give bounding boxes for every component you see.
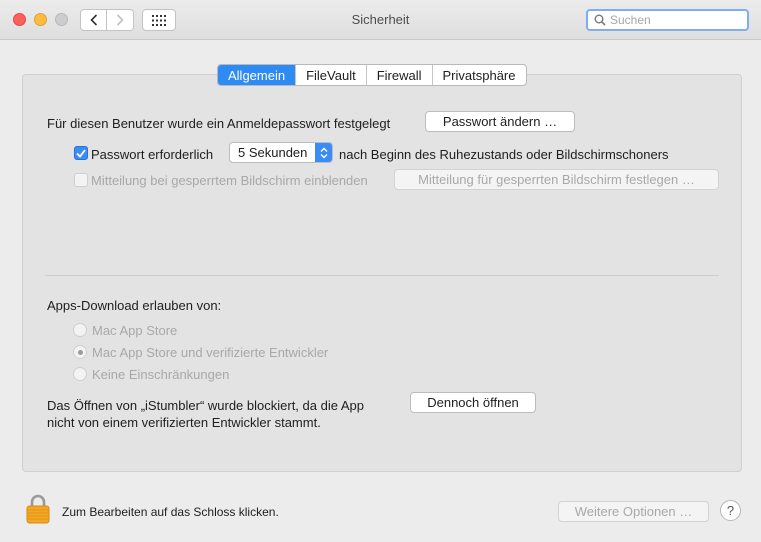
title-bar: Sicherheit — [0, 0, 761, 40]
tab-bar: Allgemein FileVault Firewall Privatsphär… — [217, 64, 527, 86]
lock-message-checkbox[interactable] — [74, 173, 88, 187]
search-input[interactable] — [610, 13, 740, 27]
require-password-checkbox[interactable] — [74, 146, 88, 160]
tab-firewall[interactable]: Firewall — [365, 65, 432, 85]
radio-mac-app-store-label: Mac App Store — [92, 323, 178, 338]
search-icon — [594, 14, 606, 26]
apps-download-heading: Apps-Download erlauben von: — [47, 298, 222, 313]
search-field[interactable] — [586, 9, 749, 31]
change-password-button[interactable]: Passwort ändern … — [425, 111, 575, 132]
require-password-label: Passwort erforderlich — [91, 147, 214, 162]
tab-privatsphaere[interactable]: Privatsphäre — [431, 65, 526, 85]
set-lock-message-button[interactable]: Mitteilung für gesperrten Bildschirm fes… — [394, 169, 719, 190]
blocked-app-message-line1: Das Öffnen von „iStumbler“ wurde blockie… — [47, 398, 364, 413]
blocked-app-message-line2: nicht von einem verifizierten Entwickler… — [47, 415, 321, 430]
tab-filevault[interactable]: FileVault — [295, 65, 366, 85]
radio-mac-app-store[interactable] — [73, 323, 87, 337]
advanced-options-button[interactable]: Weitere Optionen … — [558, 501, 709, 522]
help-button[interactable]: ? — [720, 500, 741, 521]
updown-arrows-icon — [315, 143, 332, 162]
password-delay-value: 5 Sekunden — [238, 145, 308, 160]
require-password-suffix: nach Beginn des Ruhezustands oder Bildsc… — [339, 147, 669, 162]
password-delay-select[interactable]: 5 Sekunden — [229, 142, 333, 163]
checkmark-icon — [76, 148, 86, 158]
lock-icon[interactable] — [26, 494, 50, 524]
security-preferences-window: Sicherheit Allgemein FileVault Firewall … — [0, 0, 761, 542]
radio-no-restrictions[interactable] — [73, 367, 87, 381]
password-set-text: Für diesen Benutzer wurde ein Anmeldepas… — [47, 116, 391, 131]
radio-mac-app-store-verified-label: Mac App Store und verifizierte Entwickle… — [92, 345, 329, 360]
lock-hint-text: Zum Bearbeiten auf das Schloss klicken. — [62, 505, 279, 519]
tab-allgemein[interactable]: Allgemein — [218, 65, 296, 85]
radio-mac-app-store-verified[interactable] — [73, 345, 87, 359]
open-anyway-button[interactable]: Dennoch öffnen — [410, 392, 536, 413]
lock-message-label: Mitteilung bei gesperrtem Bildschirm ein… — [91, 173, 368, 188]
section-divider — [45, 275, 719, 276]
radio-no-restrictions-label: Keine Einschränkungen — [92, 367, 230, 382]
radio-selected-dot — [77, 349, 83, 355]
